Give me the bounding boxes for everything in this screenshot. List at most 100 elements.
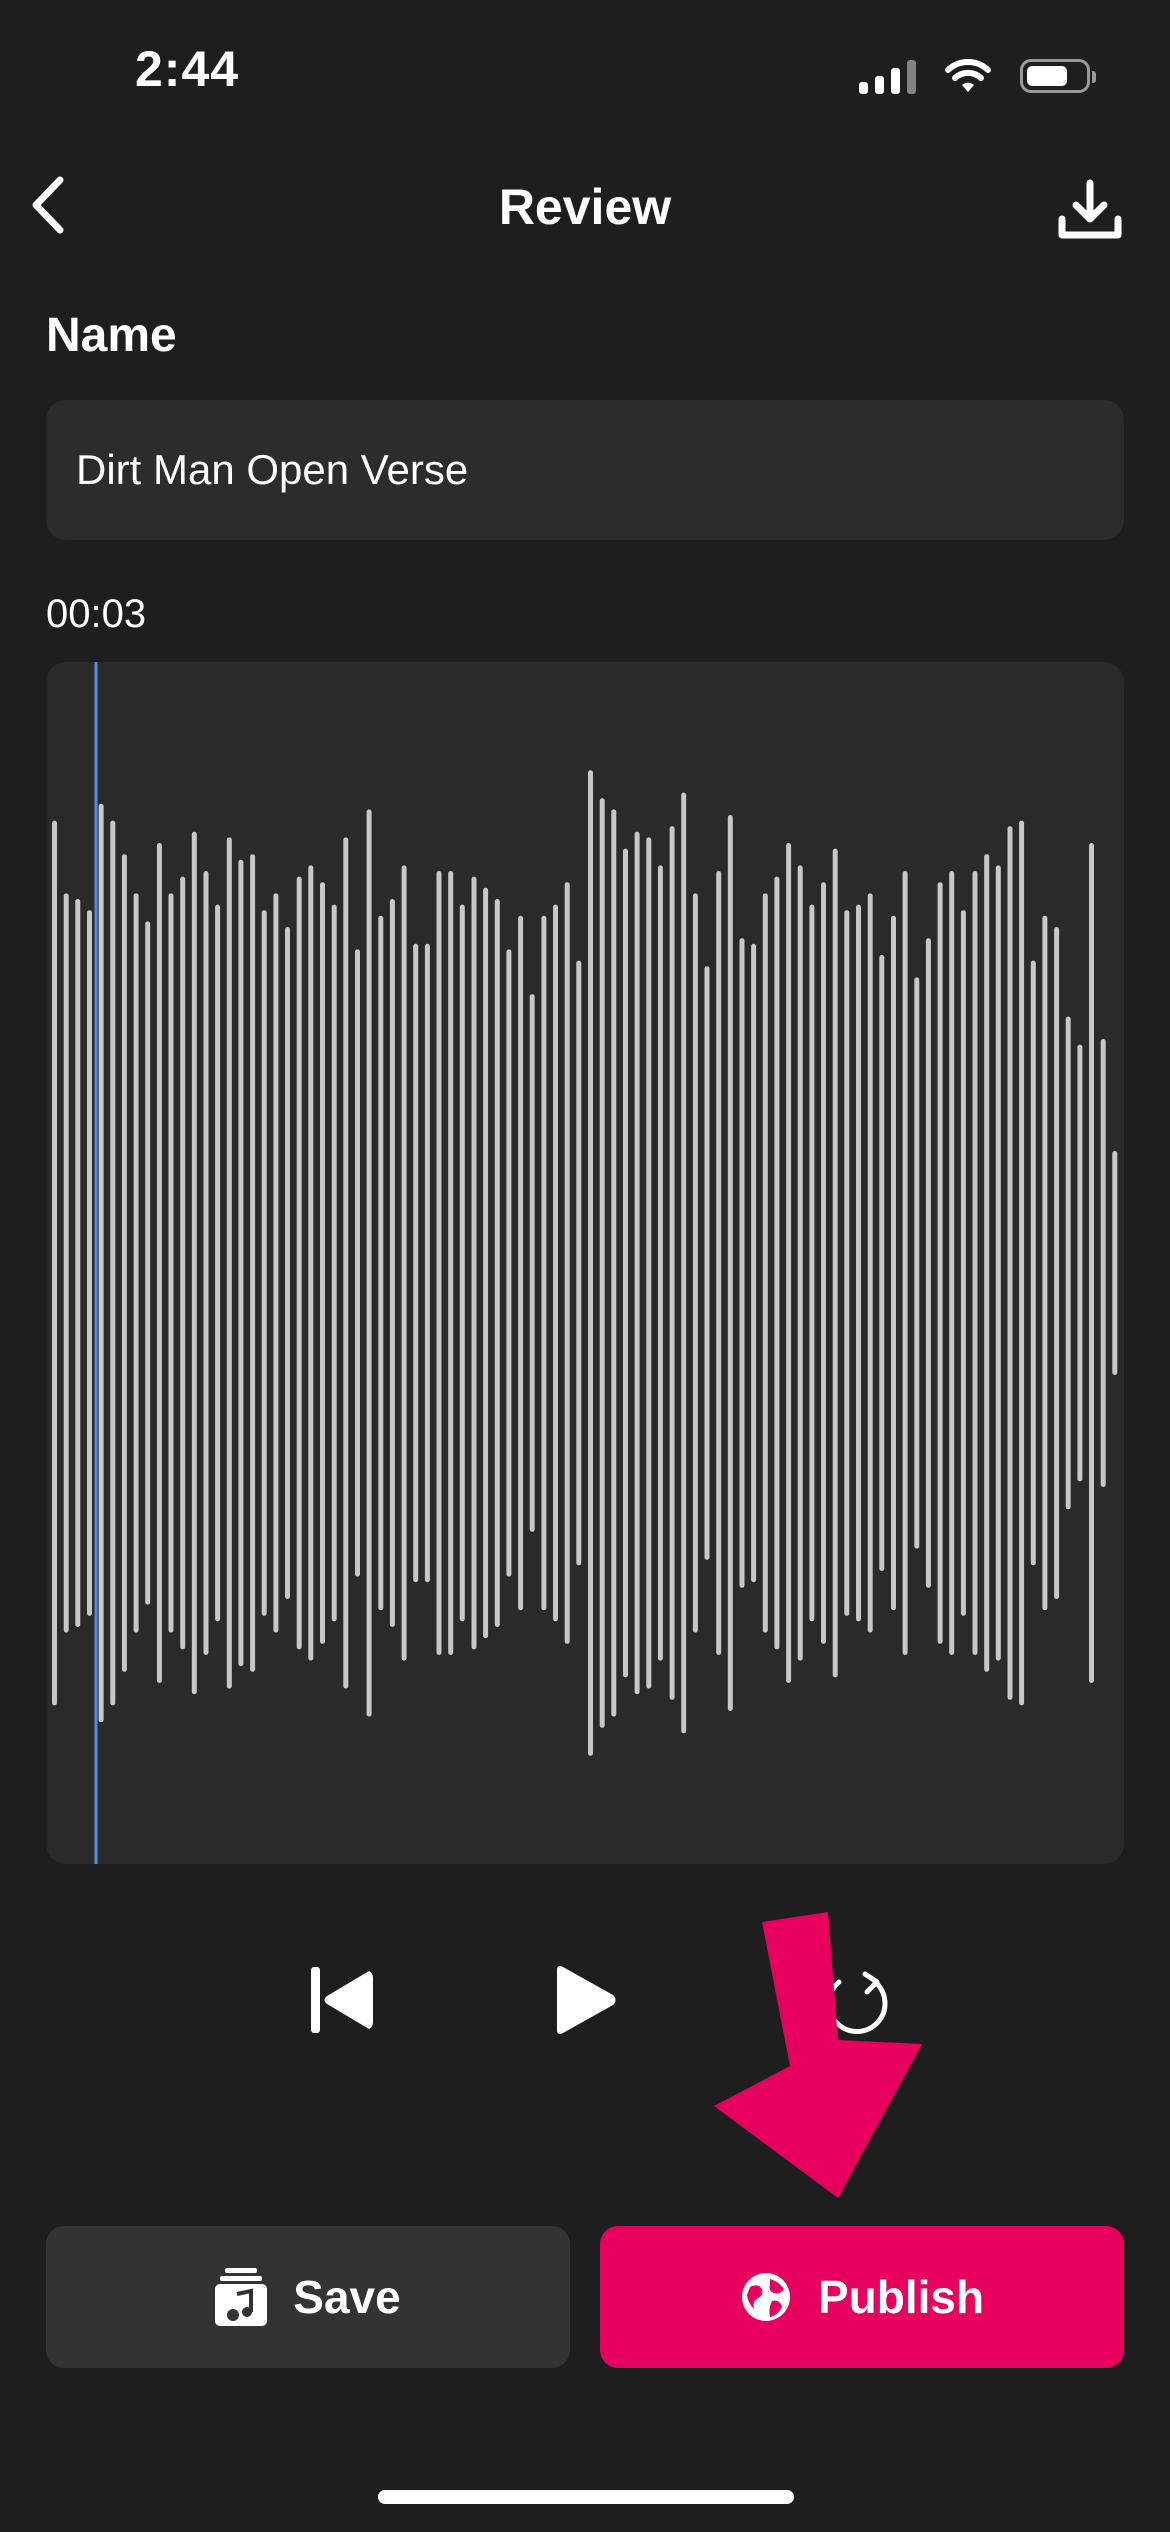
waveform-bar xyxy=(226,837,232,1689)
waveform-bar xyxy=(343,837,349,1689)
waveform-bar xyxy=(681,792,687,1734)
waveform-bar xyxy=(529,994,535,1532)
waveform-bar xyxy=(133,893,139,1633)
publish-label: Publish xyxy=(817,2271,985,2323)
elapsed-time: 00:03 xyxy=(46,592,147,636)
waveform-bar xyxy=(1030,960,1036,1566)
waveform-bar xyxy=(471,876,477,1650)
waveform-bar xyxy=(634,831,640,1695)
download-button[interactable] xyxy=(1050,170,1130,250)
status-time: 2:44 xyxy=(135,41,240,97)
waveform-bar xyxy=(588,770,593,1756)
rewind-button[interactable] xyxy=(302,1950,382,2050)
waveform-bar xyxy=(401,865,407,1661)
waveform-bar xyxy=(1065,1016,1071,1510)
battery-icon xyxy=(1020,59,1096,93)
waveform-bar xyxy=(867,893,873,1633)
waveform-bar xyxy=(494,899,500,1627)
waveform-bar xyxy=(902,871,908,1655)
publish-button[interactable]: Publish xyxy=(600,2226,1124,2368)
waveform-bar xyxy=(914,977,920,1549)
waveform-bar xyxy=(646,837,652,1689)
waveform-bar xyxy=(483,887,489,1639)
waveform-graphic xyxy=(52,662,1118,1864)
play-button[interactable] xyxy=(540,1950,630,2050)
waveform-bar xyxy=(739,938,745,1588)
waveform-bar xyxy=(63,893,69,1633)
waveform-bar xyxy=(669,826,675,1700)
name-field[interactable] xyxy=(46,400,1124,540)
waveform-bar xyxy=(191,831,197,1695)
name-label: Name xyxy=(46,309,177,362)
waveform-bar xyxy=(821,882,826,1644)
waveform-bar xyxy=(145,921,151,1605)
waveform-bar xyxy=(261,910,267,1616)
save-button[interactable]: Save xyxy=(46,2226,570,2368)
waveform-bar xyxy=(168,893,174,1633)
waveform-bar xyxy=(250,854,256,1672)
waveform-bar xyxy=(87,910,92,1616)
skip-back-icon xyxy=(311,1967,373,2033)
status-icons xyxy=(859,56,1096,96)
waveform-bar xyxy=(98,803,104,1723)
waveform-bar xyxy=(762,893,768,1633)
waveform-bar xyxy=(937,882,943,1644)
waveform-bar xyxy=(576,960,582,1566)
waveform-bar xyxy=(448,871,454,1655)
waveform-bar xyxy=(518,915,524,1611)
waveform-bar xyxy=(657,865,663,1661)
waveform-bar xyxy=(1007,826,1013,1700)
waveform-bar xyxy=(366,809,372,1717)
waveform-bar xyxy=(1054,927,1060,1599)
waveform-bar xyxy=(1019,820,1025,1706)
waveform-bar xyxy=(774,876,780,1650)
waveform-bar xyxy=(378,915,384,1611)
playhead[interactable] xyxy=(94,662,98,1864)
waveform-bar xyxy=(879,955,885,1571)
waveform-bar xyxy=(506,949,512,1577)
waveform-bar xyxy=(786,843,792,1683)
waveform-bar xyxy=(1100,1039,1106,1487)
waveform-bar xyxy=(949,871,955,1655)
download-icon xyxy=(1058,179,1122,239)
save-label: Save xyxy=(293,2271,401,2323)
waveform-bar xyxy=(75,899,81,1627)
waveform-bar xyxy=(436,871,442,1655)
waveform-bar xyxy=(832,848,838,1678)
loop-icon xyxy=(826,1971,888,2034)
waveform-bar xyxy=(1112,1151,1118,1375)
waveform-bar xyxy=(925,938,931,1588)
waveform-bar xyxy=(121,854,127,1672)
waveform-bar xyxy=(553,904,558,1622)
waveform-bar xyxy=(564,882,570,1644)
waveform[interactable] xyxy=(46,662,1124,1864)
signal-icon xyxy=(859,58,916,94)
waveform-bar xyxy=(285,927,290,1599)
waveform-bar xyxy=(844,910,850,1616)
waveform-bar xyxy=(716,871,722,1655)
waveform-bar xyxy=(331,904,337,1622)
waveform-bar xyxy=(389,899,395,1627)
waveform-bar xyxy=(599,798,605,1728)
waveform-bar xyxy=(203,871,209,1655)
waveform-bar xyxy=(180,876,186,1650)
loop-button[interactable] xyxy=(812,1950,902,2050)
waveform-bar xyxy=(960,910,966,1616)
wifi-icon xyxy=(945,59,991,92)
page-title: Review xyxy=(498,179,672,235)
waveform-bar xyxy=(891,915,896,1611)
play-icon xyxy=(557,1966,616,2034)
waveform-bar xyxy=(1089,843,1094,1683)
waveform-bar xyxy=(611,809,617,1717)
waveform-bar xyxy=(692,893,698,1633)
waveform-bar xyxy=(1077,1044,1083,1482)
waveform-bar xyxy=(52,820,57,1706)
waveform-bar xyxy=(296,876,302,1650)
waveform-bar xyxy=(355,949,360,1577)
waveform-bar xyxy=(704,966,710,1560)
waveform-bar xyxy=(110,820,116,1706)
name-input[interactable] xyxy=(76,446,1094,494)
waveform-bar xyxy=(215,904,221,1622)
waveform-bar xyxy=(156,843,162,1683)
waveform-bar xyxy=(797,865,803,1661)
